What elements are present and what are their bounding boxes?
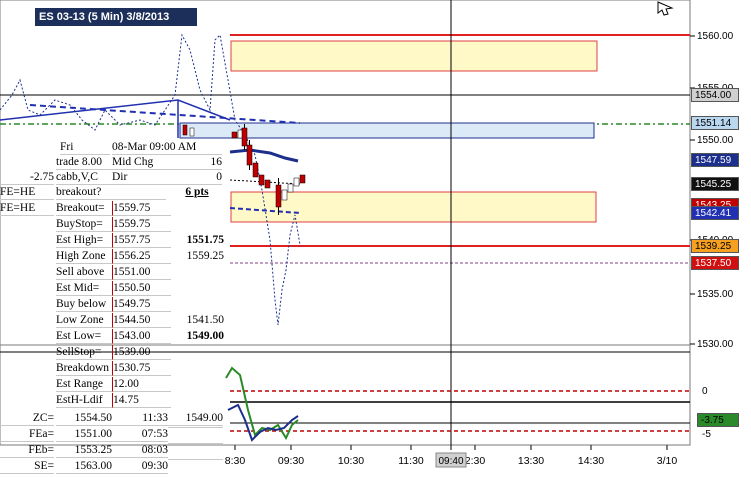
panel-dir-label: Dir [112, 170, 172, 185]
panel-row-label: Est Low= [56, 329, 113, 344]
panel-bottom-label: FEb= [0, 443, 54, 458]
panel-row-value: 1530.75 [113, 361, 171, 376]
price-tag: 1539.25 [691, 239, 739, 253]
price-tick-label: 1535.00 [697, 289, 734, 300]
time-tick-label: 3/10 [657, 455, 678, 467]
panel-fe-he: FE=HE [0, 201, 54, 216]
panel-row-label: Buy below [56, 297, 113, 312]
panel-trade: trade 8.00 [56, 155, 112, 170]
time-tick-label: 10:30 [338, 455, 364, 467]
time-tick-label: 2:30 [465, 455, 486, 467]
panel-row-extra: 1549.00 [186, 330, 224, 342]
panel-row-label: Breakdown [56, 361, 113, 376]
sell-zone-box [230, 40, 598, 72]
info-panel: Fri 08-Mar 09:00 AM trade 8.00 Mid Chg 16 -2.… [0, 138, 228, 477]
indicator-tick-label: 0 [702, 386, 708, 397]
indicator-green [225, 366, 299, 441]
panel-row-value: 12.00 [113, 377, 171, 392]
price-tick-label: 1560.00 [697, 31, 734, 42]
price-tag: 1547.59 [691, 153, 739, 167]
time-tick-label: 13:30 [518, 455, 544, 467]
panel-bottom-extra [168, 427, 223, 428]
panel-bottom-label: SE= [0, 459, 54, 474]
panel-row-value: 14.75 [113, 393, 171, 408]
panel-fe-he: FE=HE [0, 185, 54, 200]
panel-bottom-extra: 1549.00 [168, 411, 223, 426]
trend-line-dashed [29, 104, 301, 124]
chart-title: ES 03-13 (5 Min) 3/8/2013 [35, 8, 197, 26]
price-tag: 1537.50 [691, 256, 739, 270]
price-tag: 1551.14 [691, 116, 739, 130]
time-tick-label: 09:30 [278, 455, 304, 467]
panel-bottom-value: 1553.25 [56, 443, 112, 458]
price-tick-label: 1550.00 [697, 135, 734, 146]
panel-row-label: Est Mid= [56, 281, 113, 296]
panel-row-label: SellStop= [56, 345, 113, 360]
indicator-tick-label: -5 [702, 429, 711, 440]
panel-row-label: Low Zone [56, 313, 113, 328]
panel-row-value: 1550.50 [113, 281, 171, 296]
panel-row-value: 1543.00 [113, 329, 171, 344]
panel-row-label: EstH-Ldif [56, 393, 113, 408]
panel-bottom-time: 08:03 [112, 443, 168, 458]
price-tag: 1545.25 [691, 177, 739, 191]
panel-bottom-label: FEa= [0, 427, 54, 442]
panel-bottom-value: 1563.00 [56, 459, 112, 474]
panel-bottom-value: 1551.00 [56, 427, 112, 442]
panel-row-value: 1556.25 [113, 249, 171, 264]
panel-bottom-time: 07:53 [112, 427, 168, 442]
panel-row-label: Sell above [56, 265, 113, 280]
panel-row-value: 1551.00 [113, 265, 171, 280]
panel-row-value: 1539.00 [113, 345, 171, 360]
price-tag: 1554.00 [691, 88, 739, 102]
panel-bottom-time: 09:30 [112, 459, 168, 474]
ma-dark-blue [229, 148, 299, 163]
panel-row-value: 1559.75 [113, 201, 171, 216]
panel-row-extra: 1541.50 [186, 314, 224, 326]
cursor-time-label: 09:40 [438, 456, 463, 467]
panel-bottom-extra [168, 459, 223, 460]
panel-row-label: Est High= [56, 233, 113, 248]
time-tick-label: 14:30 [578, 455, 604, 467]
panel-bottom-time: 11:33 [112, 411, 168, 426]
panel-row-value: 1544.50 [113, 313, 171, 328]
time-tick-label: 11:30 [398, 455, 424, 467]
price-tick-label: 1530.00 [697, 339, 734, 350]
panel-row-value: 1549.75 [113, 297, 171, 312]
panel-row-extra: 1551.75 [186, 234, 224, 246]
panel-row-value: 1557.75 [113, 233, 171, 248]
panel-row-extra: 1559.25 [186, 250, 224, 262]
panel-dir-value: 0 [172, 170, 222, 185]
panel-bottom-label: ZC= [0, 411, 54, 426]
panel-row-label: BuyStop= [56, 217, 113, 232]
panel-day: Fri [60, 140, 110, 155]
panel-mid-chg-label: Mid Chg [112, 155, 172, 170]
panel-row-label: High Zone [56, 249, 113, 264]
panel-cabb: cabb,V,C [56, 170, 112, 185]
price-tag: 1542.41 [691, 206, 739, 220]
panel-offset: -2.75 [0, 170, 54, 185]
panel-row-value: 1559.75 [113, 217, 171, 232]
cursor-arrow-icon [657, 1, 674, 16]
panel-date-time: 08-Mar 09:00 AM [112, 140, 222, 155]
panel-row-label: Est Range [56, 377, 113, 392]
panel-row-label: Breakout= [56, 201, 113, 216]
panel-breakout-q: breakout? [56, 185, 166, 200]
panel-mid-chg-value: 16 [172, 155, 222, 170]
panel-pts: 6 pts [185, 186, 209, 198]
panel-bottom-value: 1554.50 [56, 411, 112, 426]
indicator-tag: -3.75 [697, 413, 739, 427]
panel-bottom-extra [168, 443, 223, 444]
